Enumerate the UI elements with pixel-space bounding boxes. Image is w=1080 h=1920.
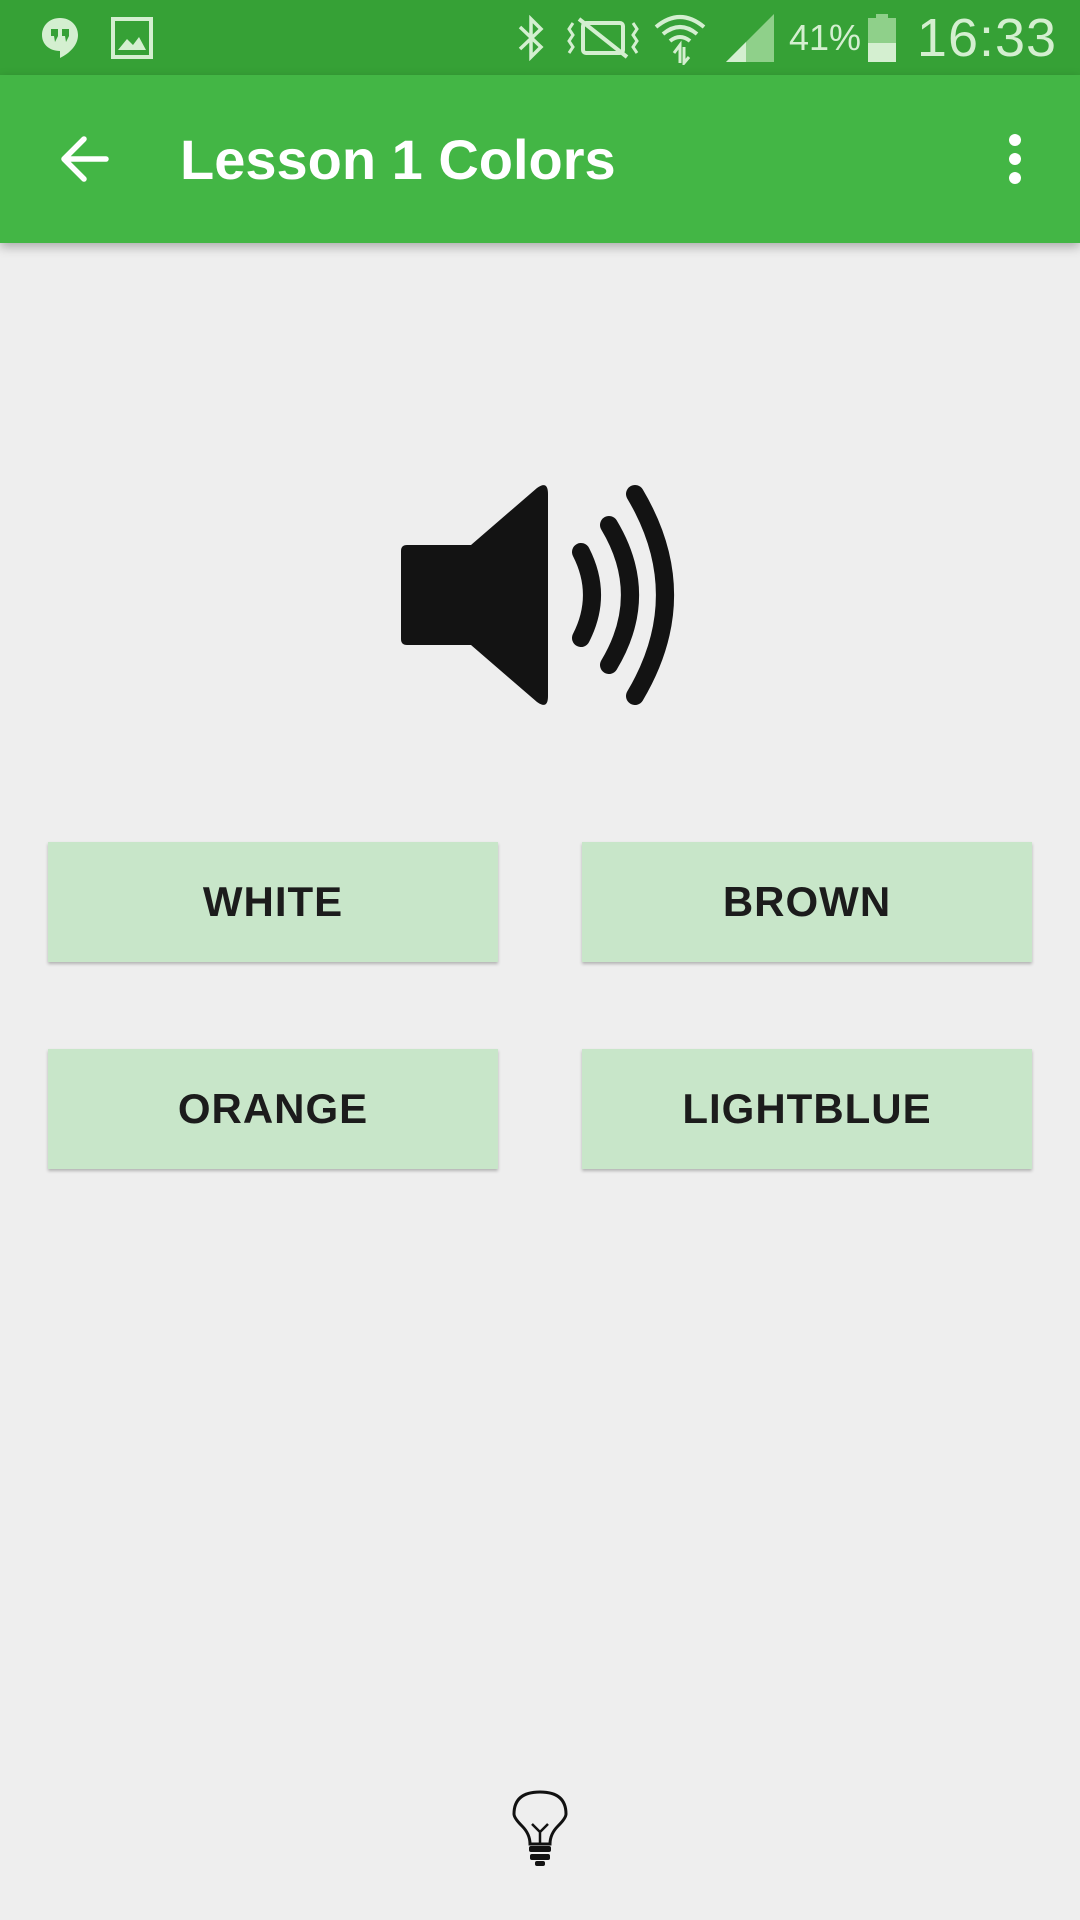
answer-button-orange[interactable]: ORANGE [48,1049,498,1169]
clock: 16:33 [916,7,1058,68]
play-sound-button[interactable] [395,480,685,710]
battery-percent: 41% [788,16,862,58]
lightbulb-icon [512,1790,568,1866]
signal-icon [724,0,776,75]
lesson-screen: 41% 16:33 Lesson 1 Colors WHITE BROWN OR… [0,0,1080,1920]
volume-up-icon [401,485,674,705]
hint-button[interactable] [510,1788,570,1868]
answer-button-brown[interactable]: BROWN [582,842,1032,962]
vibrate-mute-icon [566,0,640,75]
more-vert-icon [1009,134,1021,184]
back-button[interactable] [44,119,124,199]
hangouts-icon [36,0,84,75]
page-title: Lesson 1 Colors [180,127,616,191]
overflow-menu-button[interactable] [980,119,1050,199]
battery-icon [864,0,900,75]
arrow-back-icon [61,136,109,182]
app-bar: Lesson 1 Colors [0,75,1080,243]
wifi-icon [652,0,708,75]
status-bar: 41% 16:33 [0,0,1080,75]
gallery-icon [110,0,154,75]
answer-button-white[interactable]: WHITE [48,842,498,962]
answer-button-lightblue[interactable]: LIGHTBLUE [582,1049,1032,1169]
bluetooth-icon [512,0,550,75]
